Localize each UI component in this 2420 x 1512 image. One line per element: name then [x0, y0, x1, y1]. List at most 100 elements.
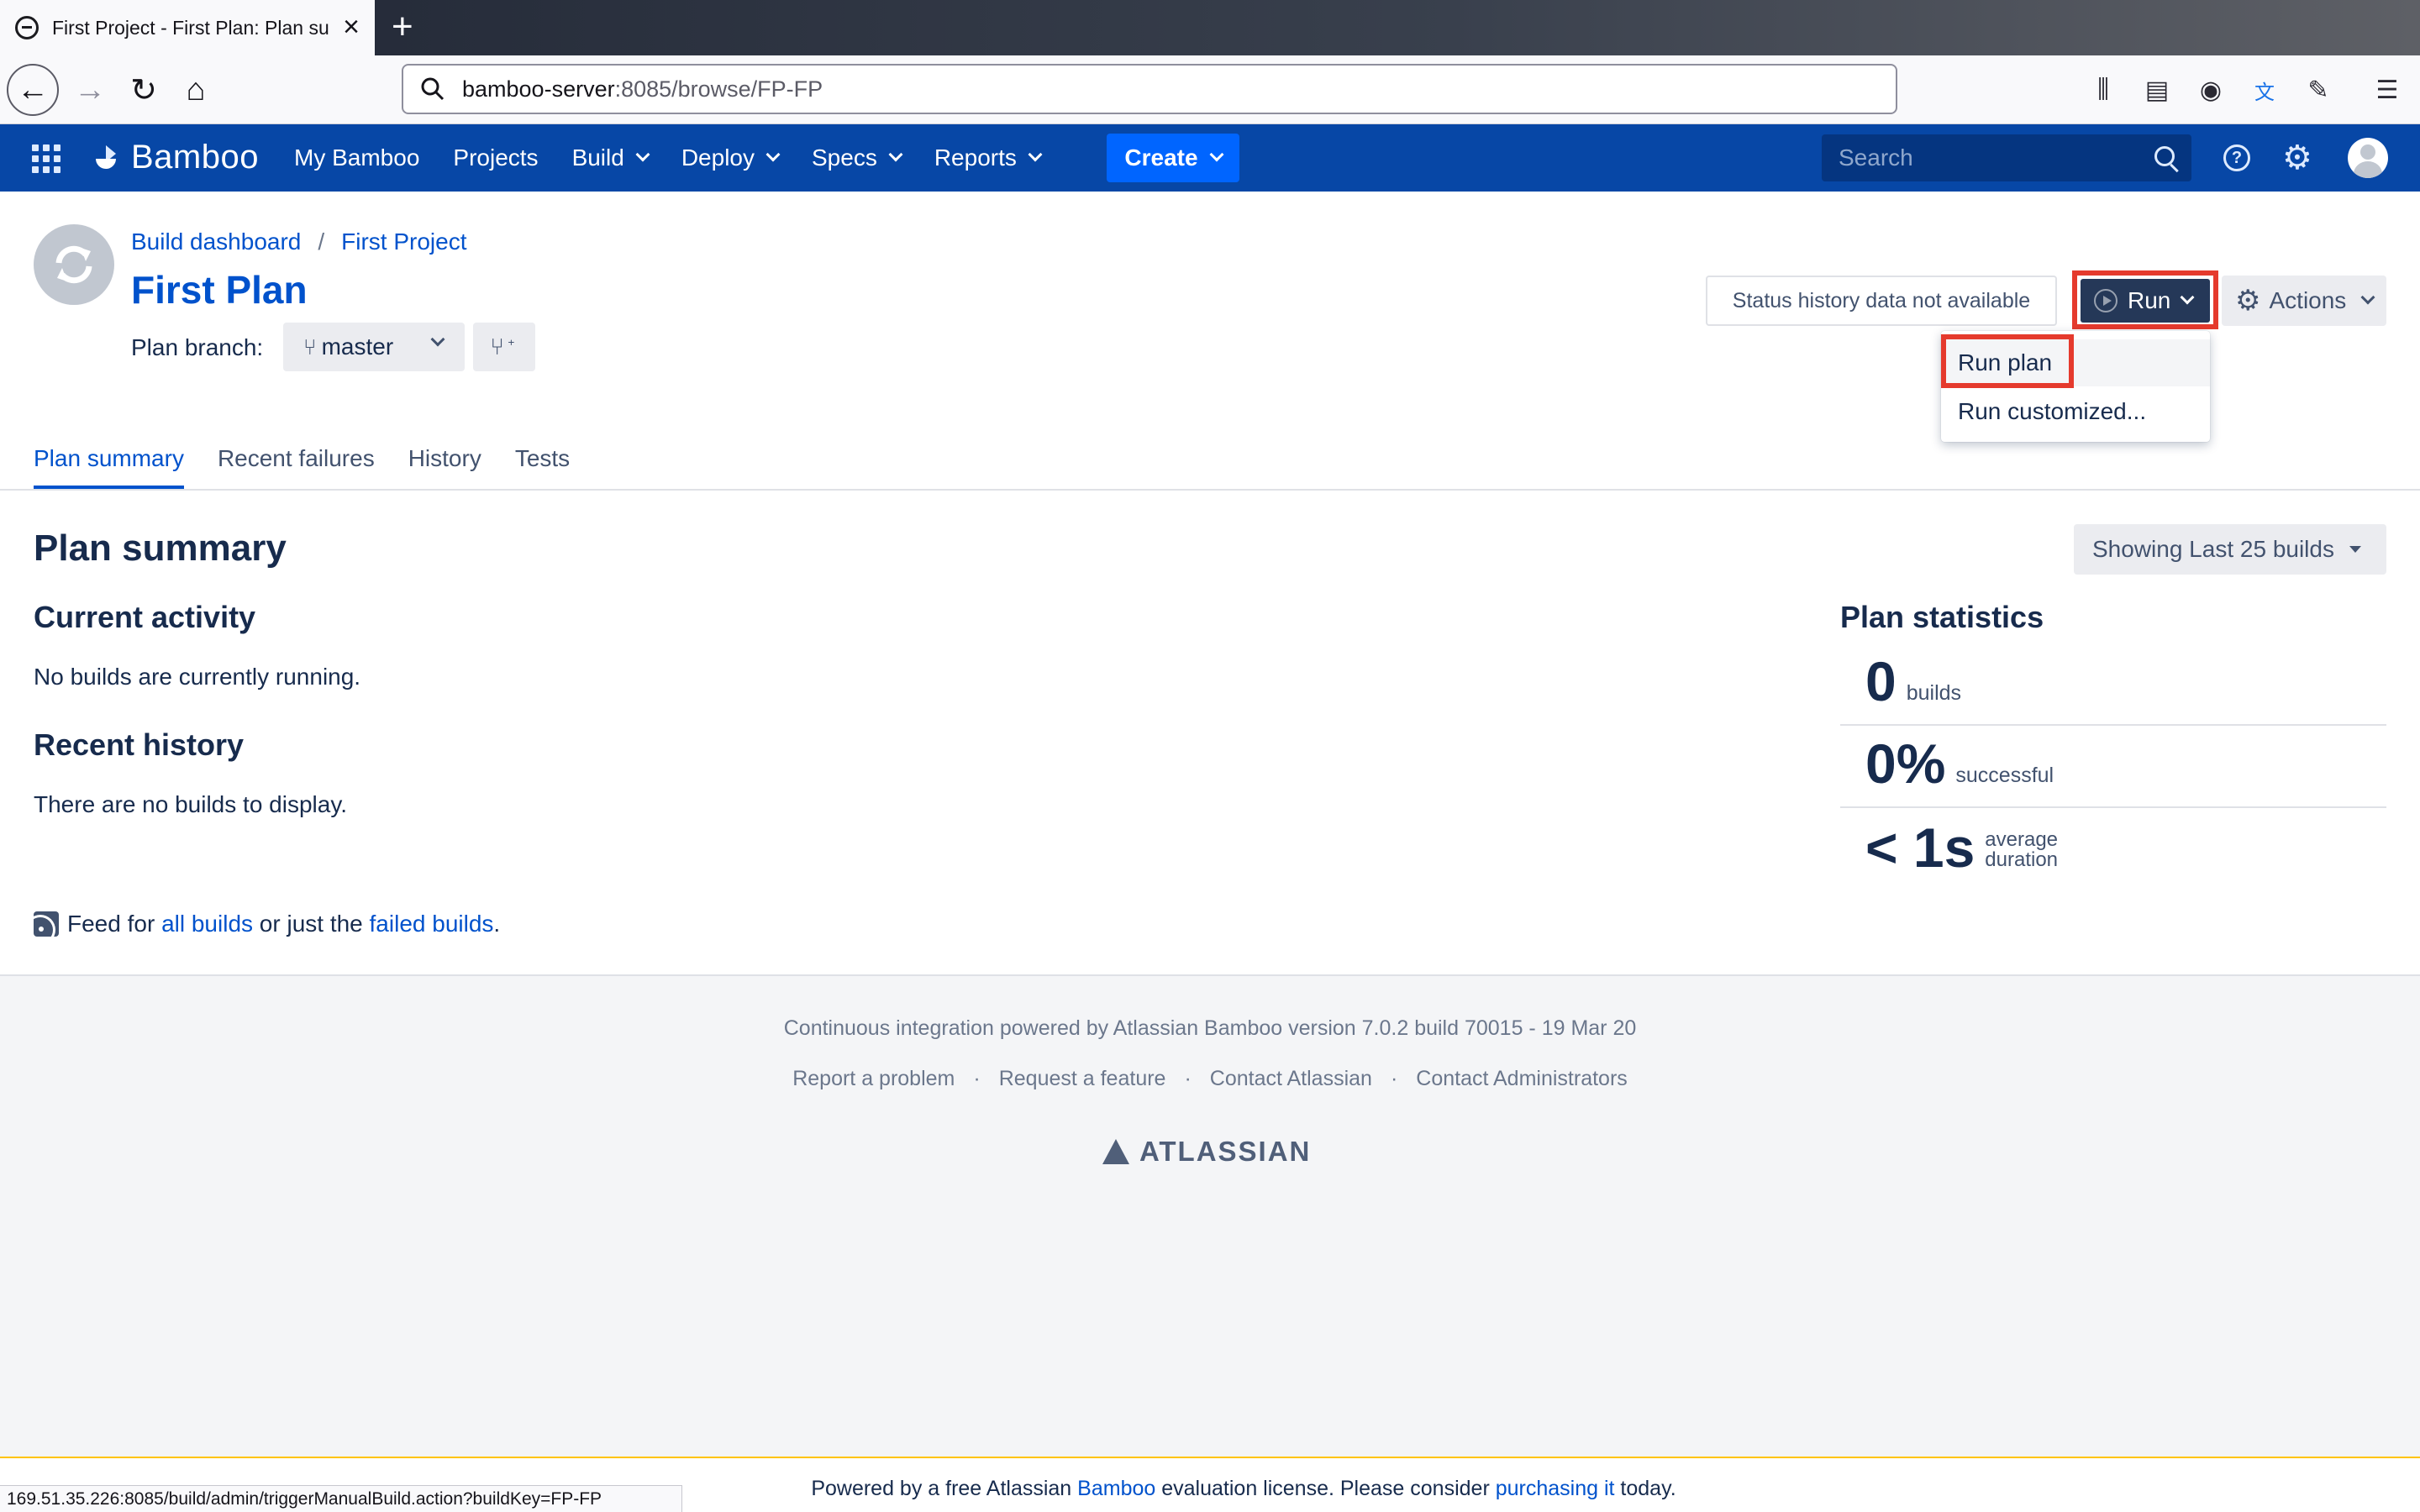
feed-all-builds-link[interactable]: all builds: [161, 911, 253, 937]
browser-tabbar: First Project - First Plan: Plan summary…: [0, 0, 2420, 55]
menu-my-bamboo[interactable]: My Bamboo: [294, 144, 419, 171]
run-plan-menu-item[interactable]: Run plan: [1941, 339, 2210, 386]
run-button[interactable]: Run: [2081, 279, 2210, 323]
chevron-down-icon: [1209, 147, 1224, 162]
page-footer: Continuous integration powered by Atlass…: [0, 974, 2420, 1457]
tab-tests[interactable]: Tests: [515, 438, 570, 489]
page-title[interactable]: First Plan: [131, 267, 308, 312]
chevron-down-icon: [2360, 290, 2375, 305]
evernote-icon[interactable]: ✎: [2302, 74, 2334, 106]
tab-history[interactable]: History: [408, 438, 481, 489]
feed-failed-builds-link[interactable]: failed builds: [370, 911, 494, 937]
branch-icon: ⑂: [303, 333, 317, 360]
url-path: :8085/browse/FP-FP: [614, 76, 823, 102]
url-search-icon: [421, 77, 445, 101]
translate-icon[interactable]: 文: [2249, 74, 2281, 106]
footer-separator: ·: [973, 1067, 981, 1090]
showing-builds-dropdown[interactable]: Showing Last 25 builds: [2074, 524, 2386, 575]
search-icon[interactable]: [2154, 146, 2175, 166]
url-bar[interactable]: bamboo-server:8085/browse/FP-FP: [402, 64, 1897, 114]
chevron-down-icon: [635, 147, 650, 162]
tab-recent-failures[interactable]: Recent failures: [218, 438, 375, 489]
run-label: Run: [2128, 287, 2171, 313]
feed-prefix: Feed for: [67, 911, 155, 937]
forward-icon[interactable]: →: [64, 64, 116, 116]
reload-icon[interactable]: ↻: [118, 64, 170, 116]
footer-link-contact-admins[interactable]: Contact Administrators: [1416, 1067, 1628, 1091]
menu-deploy-label: Deploy: [681, 144, 755, 171]
chevron-down-icon: [765, 147, 781, 162]
library-icon[interactable]: ⫼: [2087, 74, 2119, 106]
menu-reports-label: Reports: [934, 144, 1017, 171]
breadcrumb-first-project[interactable]: First Project: [341, 228, 466, 255]
menu-build-label: Build: [571, 144, 624, 171]
app-header: Bamboo My Bamboo Projects Build Deploy S…: [0, 124, 2420, 192]
chevron-down-icon: [430, 332, 445, 347]
tab-plan-summary[interactable]: Plan summary: [34, 438, 184, 489]
feed-end: .: [493, 911, 501, 937]
plan-branch-label: Plan branch:: [131, 334, 264, 360]
showing-label: Showing Last 25 builds: [2092, 536, 2334, 562]
back-icon[interactable]: ←: [7, 64, 59, 116]
sidebar-icon[interactable]: ▤: [2141, 74, 2173, 106]
url-host: bamboo-server: [462, 76, 615, 102]
menu-specs-label: Specs: [812, 144, 877, 171]
app-switcher-icon[interactable]: [32, 144, 60, 173]
close-tab-icon[interactable]: ×: [343, 13, 360, 41]
tabs-divider: [0, 489, 2420, 491]
footer-links: Report a problem · Request a feature · C…: [0, 1067, 2420, 1091]
tab-title: First Project - First Plan: Plan summary: [52, 16, 329, 39]
footer-separator: ·: [1390, 1067, 1398, 1090]
help-icon[interactable]: ?: [2223, 144, 2250, 171]
create-button[interactable]: Create: [1107, 134, 1239, 182]
menu-build[interactable]: Build: [571, 144, 650, 171]
no-running-text: No builds are currently running.: [34, 664, 361, 690]
home-icon[interactable]: ⌂: [170, 64, 222, 116]
menu-icon[interactable]: ☰: [2371, 74, 2403, 106]
footer-link-contact-atlassian[interactable]: Contact Atlassian: [1210, 1067, 1372, 1091]
stat-duration-label-2: duration: [1985, 848, 2059, 871]
bamboo-logo[interactable]: Bamboo: [91, 136, 259, 178]
footer-link-request-feature[interactable]: Request a feature: [999, 1067, 1166, 1091]
logo-text: Bamboo: [131, 138, 259, 176]
breadcrumb: Build dashboard / First Project: [131, 228, 467, 255]
stat-duration-label-1: average: [1985, 828, 2059, 851]
create-branch-button[interactable]: ⑂⁺: [473, 323, 535, 371]
refresh-icon: [55, 245, 92, 284]
stat-builds-label: builds: [1906, 681, 1962, 705]
license-bamboo-link[interactable]: Bamboo: [1077, 1477, 1155, 1500]
browser-tab[interactable]: First Project - First Plan: Plan summary…: [0, 0, 375, 55]
footer-separator: ·: [1184, 1067, 1192, 1090]
footer-link-report-problem[interactable]: Report a problem: [792, 1067, 955, 1091]
stat-success-value: 0%: [1865, 732, 1946, 795]
footer-powered-text: Continuous integration powered by Atlass…: [783, 1016, 1637, 1040]
chevron-down-icon: [1028, 147, 1043, 162]
menu-reports[interactable]: Reports: [934, 144, 1043, 171]
menu-specs[interactable]: Specs: [812, 144, 903, 171]
bamboo-logo-icon: [96, 145, 116, 169]
chevron-down-icon: [888, 147, 903, 162]
branch-select[interactable]: ⑂ master: [283, 323, 465, 371]
new-tab-icon[interactable]: +: [392, 8, 413, 45]
atlassian-logo[interactable]: ATLASSIAN: [1102, 1136, 1311, 1168]
account-icon[interactable]: ◉: [2195, 74, 2227, 106]
menu-projects[interactable]: Projects: [453, 144, 538, 171]
breadcrumb-build-dashboard[interactable]: Build dashboard: [131, 228, 301, 255]
search-input[interactable]: [1839, 144, 2141, 171]
branch-value: master: [321, 333, 394, 360]
atlassian-logo-icon: [1102, 1139, 1129, 1164]
stat-duration-label: average duration: [1985, 830, 2086, 875]
user-avatar[interactable]: [2348, 138, 2388, 178]
feed-line: Feed for all builds or just the failed b…: [34, 911, 500, 937]
run-customized-menu-item[interactable]: Run customized...: [1941, 388, 2210, 435]
actions-button[interactable]: ⚙ Actions: [2222, 276, 2386, 326]
plan-summary-heading: Plan summary: [34, 528, 287, 569]
menu-deploy[interactable]: Deploy: [681, 144, 781, 171]
main-menu: My Bamboo Projects Build Deploy Specs Re…: [294, 124, 1074, 192]
plan-tabs: Plan summary Recent failures History Tes…: [34, 438, 603, 489]
browser-navbar: ← → ↻ ⌂ bamboo-server:8085/browse/FP-FP …: [0, 55, 2420, 124]
license-suffix: today.: [1620, 1477, 1676, 1500]
status-history-button[interactable]: Status history data not available: [1706, 276, 2057, 326]
settings-gear-icon[interactable]: ⚙: [2282, 139, 2312, 176]
license-purchase-link[interactable]: purchasing it: [1496, 1477, 1615, 1500]
